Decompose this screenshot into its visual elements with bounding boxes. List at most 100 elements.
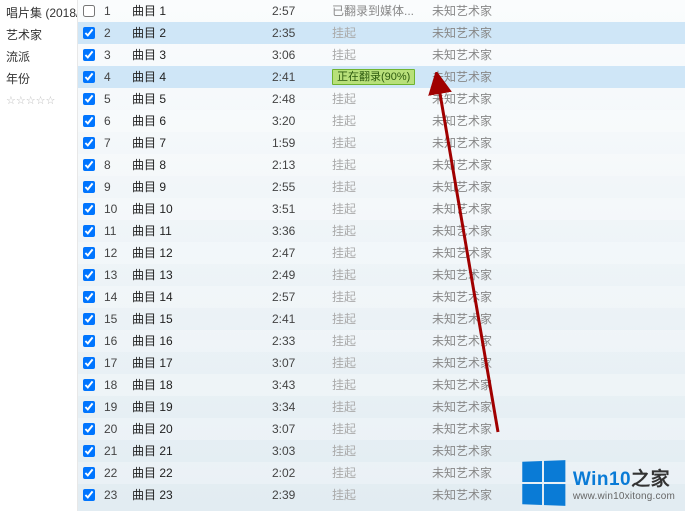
track-status: 挂起 bbox=[328, 244, 428, 261]
track-status: 挂起 bbox=[328, 178, 428, 195]
track-number: 16 bbox=[100, 334, 128, 348]
track-checkbox[interactable] bbox=[83, 225, 95, 237]
track-duration: 2:13 bbox=[268, 158, 328, 172]
track-duration: 2:35 bbox=[268, 26, 328, 40]
track-duration: 3:07 bbox=[268, 356, 328, 370]
track-checkbox[interactable] bbox=[83, 27, 95, 39]
track-duration: 3:43 bbox=[268, 378, 328, 392]
table-row[interactable]: 9曲目 92:55挂起未知艺术家 bbox=[78, 176, 685, 198]
sidebar-item-year[interactable]: 年份 bbox=[4, 68, 77, 90]
track-duration: 2:41 bbox=[268, 312, 328, 326]
track-title: 曲目 14 bbox=[128, 288, 268, 305]
track-artist: 未知艺术家 bbox=[428, 310, 685, 327]
track-title: 曲目 21 bbox=[128, 442, 268, 459]
table-row[interactable]: 15曲目 152:41挂起未知艺术家 bbox=[78, 308, 685, 330]
track-duration: 2:55 bbox=[268, 180, 328, 194]
track-title: 曲目 1 bbox=[128, 2, 268, 19]
track-status: 挂起 bbox=[328, 398, 428, 415]
track-number: 18 bbox=[100, 378, 128, 392]
track-checkbox[interactable] bbox=[83, 401, 95, 413]
track-status: 挂起 bbox=[328, 112, 428, 129]
table-row[interactable]: 7曲目 71:59挂起未知艺术家 bbox=[78, 132, 685, 154]
track-checkbox[interactable] bbox=[83, 181, 95, 193]
track-artist: 未知艺术家 bbox=[428, 24, 685, 41]
track-duration: 3:51 bbox=[268, 202, 328, 216]
track-checkbox[interactable] bbox=[83, 467, 95, 479]
track-title: 曲目 3 bbox=[128, 46, 268, 63]
track-checkbox[interactable] bbox=[83, 115, 95, 127]
track-title: 曲目 11 bbox=[128, 222, 268, 239]
track-list-pane: 1曲目 12:57已翻录到媒体...未知艺术家2曲目 22:35挂起未知艺术家3… bbox=[78, 0, 685, 511]
track-checkbox[interactable] bbox=[83, 379, 95, 391]
track-checkbox[interactable] bbox=[83, 247, 95, 259]
sidebar-item-genre[interactable]: 流派 bbox=[4, 46, 77, 68]
track-number: 11 bbox=[100, 224, 128, 238]
track-number: 4 bbox=[100, 70, 128, 84]
track-artist: 未知艺术家 bbox=[428, 288, 685, 305]
track-duration: 2:41 bbox=[268, 70, 328, 84]
track-title: 曲目 7 bbox=[128, 134, 268, 151]
track-table: 1曲目 12:57已翻录到媒体...未知艺术家2曲目 22:35挂起未知艺术家3… bbox=[78, 0, 685, 506]
table-row[interactable]: 19曲目 193:34挂起未知艺术家 bbox=[78, 396, 685, 418]
track-number: 13 bbox=[100, 268, 128, 282]
table-row[interactable]: 2曲目 22:35挂起未知艺术家 bbox=[78, 22, 685, 44]
track-checkbox[interactable] bbox=[83, 423, 95, 435]
table-row[interactable]: 1曲目 12:57已翻录到媒体...未知艺术家 bbox=[78, 0, 685, 22]
rating-stars[interactable]: ☆☆☆☆☆ bbox=[4, 90, 77, 111]
table-row[interactable]: 11曲目 113:36挂起未知艺术家 bbox=[78, 220, 685, 242]
track-checkbox[interactable] bbox=[83, 5, 95, 17]
track-duration: 2:57 bbox=[268, 4, 328, 18]
track-checkbox[interactable] bbox=[83, 203, 95, 215]
track-title: 曲目 16 bbox=[128, 332, 268, 349]
track-number: 6 bbox=[100, 114, 128, 128]
track-title: 曲目 2 bbox=[128, 24, 268, 41]
table-row[interactable]: 13曲目 132:49挂起未知艺术家 bbox=[78, 264, 685, 286]
track-title: 曲目 17 bbox=[128, 354, 268, 371]
track-checkbox[interactable] bbox=[83, 291, 95, 303]
track-checkbox[interactable] bbox=[83, 93, 95, 105]
table-row[interactable]: 4曲目 42:41正在翻录(90%)未知艺术家 bbox=[78, 66, 685, 88]
table-row[interactable]: 5曲目 52:48挂起未知艺术家 bbox=[78, 88, 685, 110]
track-status: 挂起 bbox=[328, 222, 428, 239]
track-checkbox[interactable] bbox=[83, 49, 95, 61]
track-checkbox[interactable] bbox=[83, 71, 95, 83]
track-title: 曲目 22 bbox=[128, 464, 268, 481]
track-checkbox[interactable] bbox=[83, 313, 95, 325]
track-checkbox[interactable] bbox=[83, 335, 95, 347]
track-status: 挂起 bbox=[328, 442, 428, 459]
sidebar-item-artist[interactable]: 艺术家 bbox=[4, 24, 77, 46]
table-row[interactable]: 6曲目 63:20挂起未知艺术家 bbox=[78, 110, 685, 132]
table-row[interactable]: 21曲目 213:03挂起未知艺术家 bbox=[78, 440, 685, 462]
track-checkbox[interactable] bbox=[83, 445, 95, 457]
track-number: 9 bbox=[100, 180, 128, 194]
table-row[interactable]: 12曲目 122:47挂起未知艺术家 bbox=[78, 242, 685, 264]
track-checkbox[interactable] bbox=[83, 357, 95, 369]
track-number: 19 bbox=[100, 400, 128, 414]
track-status: 挂起 bbox=[328, 24, 428, 41]
table-row[interactable]: 18曲目 183:43挂起未知艺术家 bbox=[78, 374, 685, 396]
table-row[interactable]: 8曲目 82:13挂起未知艺术家 bbox=[78, 154, 685, 176]
table-row[interactable]: 17曲目 173:07挂起未知艺术家 bbox=[78, 352, 685, 374]
table-row[interactable]: 3曲目 33:06挂起未知艺术家 bbox=[78, 44, 685, 66]
track-number: 17 bbox=[100, 356, 128, 370]
track-checkbox[interactable] bbox=[83, 159, 95, 171]
track-checkbox[interactable] bbox=[83, 489, 95, 501]
track-status: 挂起 bbox=[328, 266, 428, 283]
track-checkbox[interactable] bbox=[83, 137, 95, 149]
track-artist: 未知艺术家 bbox=[428, 266, 685, 283]
track-artist: 未知艺术家 bbox=[428, 90, 685, 107]
table-row[interactable]: 16曲目 162:33挂起未知艺术家 bbox=[78, 330, 685, 352]
track-artist: 未知艺术家 bbox=[428, 222, 685, 239]
track-artist: 未知艺术家 bbox=[428, 112, 685, 129]
track-duration: 3:36 bbox=[268, 224, 328, 238]
table-row[interactable]: 14曲目 142:57挂起未知艺术家 bbox=[78, 286, 685, 308]
track-number: 2 bbox=[100, 26, 128, 40]
sidebar-item-album[interactable]: 唱片集 (2018/... bbox=[4, 2, 77, 24]
track-artist: 未知艺术家 bbox=[428, 68, 685, 85]
track-number: 7 bbox=[100, 136, 128, 150]
track-checkbox[interactable] bbox=[83, 269, 95, 281]
table-row[interactable]: 20曲目 203:07挂起未知艺术家 bbox=[78, 418, 685, 440]
table-row[interactable]: 10曲目 103:51挂起未知艺术家 bbox=[78, 198, 685, 220]
track-status: 挂起 bbox=[328, 288, 428, 305]
track-duration: 2:02 bbox=[268, 466, 328, 480]
